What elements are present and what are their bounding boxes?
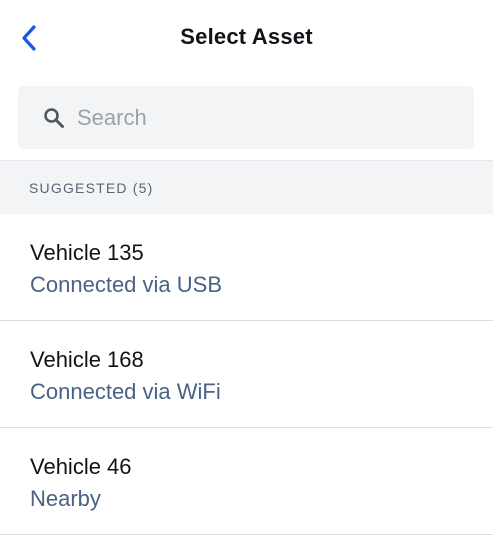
search-icon (44, 108, 64, 128)
list-item[interactable]: Vehicle 46 Nearby (0, 428, 493, 535)
list-item[interactable]: Vehicle 168 Connected via WiFi (0, 321, 493, 428)
search-bar[interactable] (18, 86, 474, 149)
search-input[interactable] (76, 86, 457, 149)
list-item[interactable]: Vehicle 135 Connected via USB (0, 214, 493, 321)
asset-status: Connected via USB (30, 272, 222, 297)
asset-name: Vehicle 168 (30, 347, 144, 372)
asset-status: Nearby (30, 486, 101, 511)
section-header: SUGGESTED (5) (0, 160, 493, 214)
asset-name: Vehicle 135 (30, 240, 144, 265)
asset-list: Vehicle 135 Connected via USB Vehicle 16… (0, 214, 493, 535)
section-label: SUGGESTED (5) (29, 180, 154, 196)
asset-status: Connected via WiFi (30, 379, 221, 404)
asset-name: Vehicle 46 (30, 454, 132, 479)
navigation-header: Select Asset (0, 0, 493, 76)
page-title: Select Asset (180, 24, 313, 49)
select-asset-screen: Select Asset SUGGESTED (5) Vehicle 135 C… (0, 0, 493, 557)
